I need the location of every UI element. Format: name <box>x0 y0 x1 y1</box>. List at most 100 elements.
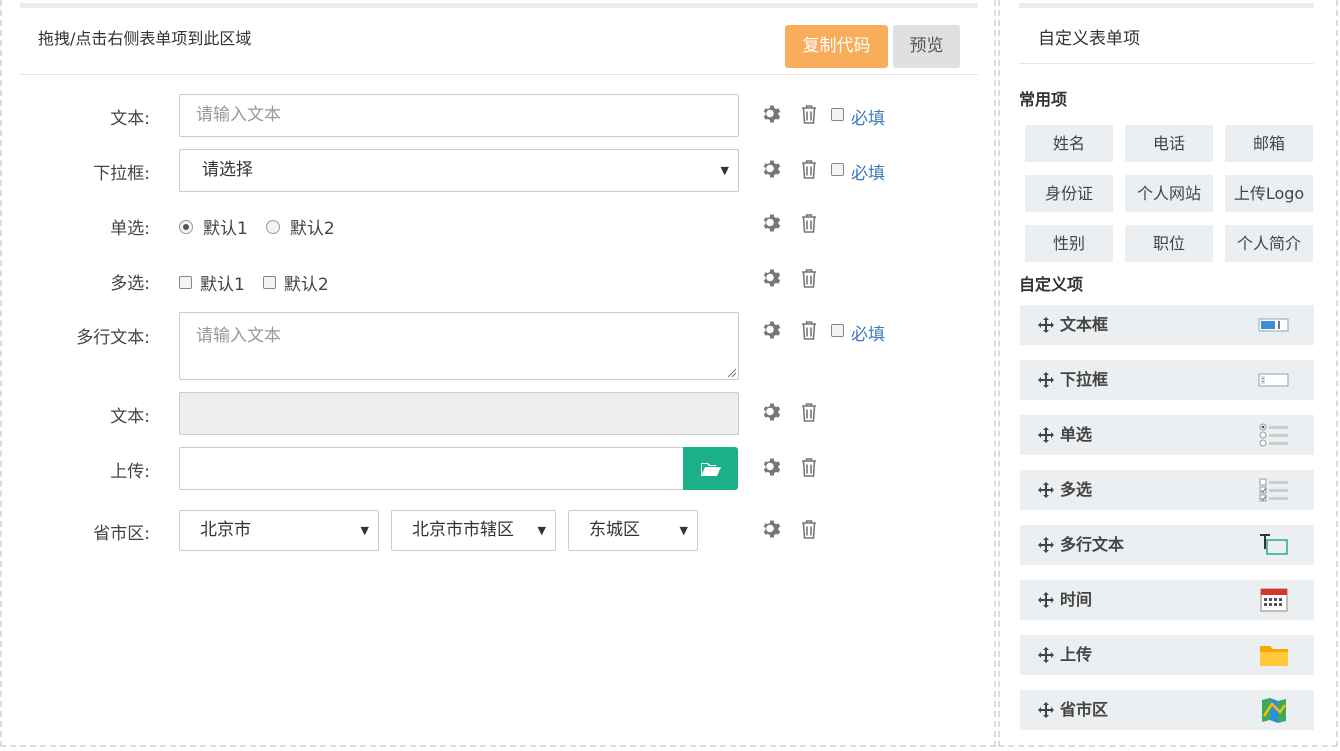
custom-item-label: 时间 <box>1060 590 1093 609</box>
caret-down-icon: ▼ <box>720 164 729 177</box>
required-label[interactable]: 必填 <box>851 159 885 184</box>
custom-item-time[interactable]: 时间 <box>1020 580 1314 620</box>
panel-top-bar <box>1019 3 1314 8</box>
form-row-checkbox: 多选: 默认1 默认2 <box>0 265 996 295</box>
text-input[interactable]: 请输入文本 <box>179 94 739 137</box>
gear-icon[interactable] <box>761 267 783 289</box>
custom-item-radio[interactable]: 单选 <box>1020 415 1314 455</box>
field-label: 文本: <box>110 407 150 427</box>
custom-item-label: 上传 <box>1060 645 1093 664</box>
required-checkbox[interactable] <box>831 324 844 337</box>
form-row-region: 省市区: 北京市 ▼ 北京市市辖区 ▼ 东城区 ▼ <box>0 510 996 551</box>
custom-item-label: 多选 <box>1060 480 1093 499</box>
checkbox-option-2[interactable] <box>262 276 276 289</box>
gear-icon[interactable] <box>761 103 783 125</box>
city-select[interactable]: 北京市市辖区 ▼ <box>391 510 556 551</box>
common-item-phone[interactable]: 电话 <box>1125 125 1213 162</box>
move-icon <box>1038 537 1054 553</box>
custom-item-region[interactable]: 省市区 <box>1020 690 1314 730</box>
custom-item-checkbox[interactable]: 多选 <box>1020 470 1314 510</box>
checkbox-group: 默认1 默认2 <box>179 270 329 295</box>
common-item-position[interactable]: 职位 <box>1125 225 1213 262</box>
multiline-text-icon <box>1260 534 1288 555</box>
field-label: 上传: <box>110 462 150 482</box>
common-item-upload-logo[interactable]: 上传Logo <box>1225 175 1313 212</box>
custom-item-upload[interactable]: 上传 <box>1020 635 1314 675</box>
form-row-text: 文本: 请输入文本 <box>0 94 996 137</box>
trash-icon[interactable] <box>798 212 820 234</box>
required-checkbox[interactable] <box>831 108 844 121</box>
field-label: 单选: <box>110 219 150 239</box>
trash-icon[interactable] <box>798 158 820 180</box>
district-select[interactable]: 东城区 ▼ <box>568 510 698 551</box>
gear-icon[interactable] <box>761 319 783 341</box>
gear-icon[interactable] <box>761 518 783 540</box>
checkbox-list-icon <box>1259 478 1288 502</box>
field-label: 多行文本: <box>76 328 150 348</box>
multiline-textarea[interactable]: 请输入文本 <box>179 312 739 380</box>
gear-icon[interactable] <box>761 456 783 478</box>
form-row-textarea: 多行文本: 请输入文本 <box>0 312 996 380</box>
caret-down-icon: ▼ <box>360 524 369 537</box>
radio-option-2[interactable] <box>265 219 280 234</box>
required-label[interactable]: 必填 <box>851 320 885 345</box>
common-items-heading: 常用项 <box>1019 90 1068 109</box>
checkbox-option-label: 默认1 <box>200 275 245 295</box>
dropdown-icon <box>1258 373 1289 387</box>
radio-option-label: 默认1 <box>203 219 248 239</box>
province-value: 北京市 <box>200 520 251 540</box>
folder-open-icon <box>700 462 721 476</box>
panel-divider <box>1019 63 1314 64</box>
move-icon <box>1038 647 1054 663</box>
copy-code-button[interactable]: 复制代码 <box>785 25 888 68</box>
canvas-top-bar <box>20 3 978 8</box>
city-value: 北京市市辖区 <box>412 520 514 540</box>
disabled-text-input <box>179 392 739 435</box>
district-value: 东城区 <box>589 520 640 540</box>
radio-option-1[interactable] <box>179 219 193 234</box>
checkbox-option-label: 默认2 <box>283 275 329 295</box>
trash-icon[interactable] <box>798 456 820 478</box>
required-label[interactable]: 必填 <box>851 104 885 129</box>
preview-button[interactable]: 预览 <box>893 25 960 68</box>
common-item-email[interactable]: 邮箱 <box>1225 125 1313 162</box>
move-icon <box>1038 592 1054 608</box>
field-label: 多选: <box>110 274 150 294</box>
custom-item-textbox[interactable]: 文本框 <box>1020 305 1314 345</box>
caret-down-icon: ▼ <box>679 524 688 537</box>
field-label: 省市区: <box>93 524 150 544</box>
common-item-gender[interactable]: 性别 <box>1025 225 1113 262</box>
trash-icon[interactable] <box>798 401 820 423</box>
checkbox-option-1[interactable] <box>179 276 192 289</box>
trash-icon[interactable] <box>798 319 820 341</box>
caret-down-icon: ▼ <box>537 524 546 537</box>
common-item-name[interactable]: 姓名 <box>1025 125 1113 162</box>
gear-icon[interactable] <box>761 401 783 423</box>
custom-item-label: 多行文本 <box>1060 535 1125 554</box>
trash-icon[interactable] <box>798 103 820 125</box>
gear-icon[interactable] <box>761 158 783 180</box>
common-item-bio[interactable]: 个人简介 <box>1225 225 1313 262</box>
textbox-icon <box>1258 318 1289 332</box>
required-checkbox[interactable] <box>831 163 844 176</box>
drop-zone-hint: 拖拽/点击右侧表单项到此区域 <box>38 29 252 48</box>
trash-icon[interactable] <box>798 267 820 289</box>
dropdown-select[interactable]: 请选择 ▼ <box>179 149 739 192</box>
custom-item-multiline[interactable]: 多行文本 <box>1020 525 1314 565</box>
trash-icon[interactable] <box>798 518 820 540</box>
resize-handle-icon[interactable] <box>727 368 736 377</box>
common-item-id-card[interactable]: 身份证 <box>1025 175 1113 212</box>
gear-icon[interactable] <box>761 212 783 234</box>
map-icon <box>1262 698 1287 723</box>
custom-item-label: 文本框 <box>1060 315 1109 334</box>
field-label: 下拉框: <box>93 164 150 184</box>
common-item-website[interactable]: 个人网站 <box>1125 175 1213 212</box>
custom-item-label: 下拉框 <box>1060 370 1109 389</box>
browse-button[interactable] <box>683 447 738 490</box>
calendar-icon <box>1260 588 1288 612</box>
province-select[interactable]: 北京市 ▼ <box>179 510 379 551</box>
upload-path-input[interactable] <box>179 447 684 490</box>
move-icon <box>1038 372 1054 388</box>
custom-item-dropdown[interactable]: 下拉框 <box>1020 360 1314 400</box>
move-icon <box>1038 317 1054 333</box>
